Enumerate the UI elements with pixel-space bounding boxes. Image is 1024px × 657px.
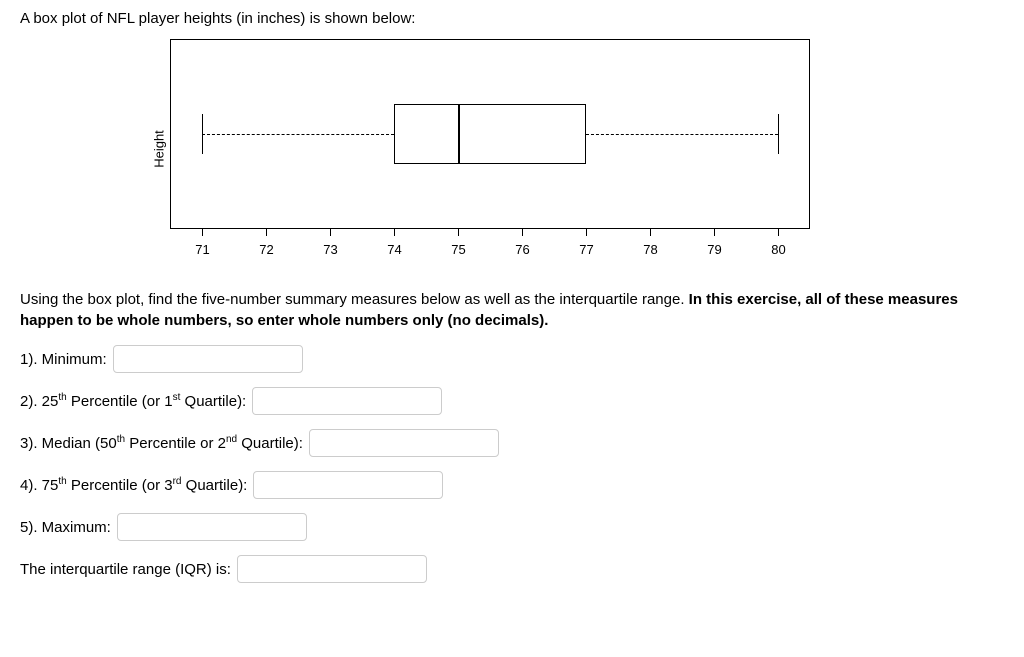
instructions-text: Using the box plot, find the five-number… — [20, 289, 1004, 331]
question-minimum: 1). Minimum: — [20, 345, 1004, 373]
question-maximum: 5). Maximum: — [20, 513, 1004, 541]
q2-label: 2). 25th Percentile (or 1st Quartile): — [20, 392, 246, 410]
question-iqr: The interquartile range (IQR) is: — [20, 555, 1004, 583]
iqr-input[interactable] — [237, 555, 427, 583]
question-median: 3). Median (50th Percentile or 2nd Quart… — [20, 429, 1004, 457]
iqr-label: The interquartile range (IQR) is: — [20, 561, 231, 578]
x-axis-ticks: 71727374757677787980 — [170, 229, 810, 259]
instructions-plain: Using the box plot, find the five-number… — [20, 291, 689, 308]
q1-label: 1). Minimum: — [20, 351, 107, 368]
q5-label: 5). Maximum: — [20, 519, 111, 536]
maximum-input[interactable] — [117, 513, 307, 541]
boxplot-shapes — [170, 39, 810, 229]
q1-input[interactable] — [252, 387, 442, 415]
median-input[interactable] — [309, 429, 499, 457]
q4-label: 4). 75th Percentile (or 3rd Quartile): — [20, 476, 247, 494]
y-axis-label: Height — [151, 130, 166, 168]
q3-label: 3). Median (50th Percentile or 2nd Quart… — [20, 434, 303, 452]
question-q3: 4). 75th Percentile (or 3rd Quartile): — [20, 471, 1004, 499]
question-q1: 2). 25th Percentile (or 1st Quartile): — [20, 387, 1004, 415]
intro-text: A box plot of NFL player heights (in inc… — [20, 10, 1004, 27]
minimum-input[interactable] — [113, 345, 303, 373]
q3-input[interactable] — [253, 471, 443, 499]
boxplot-chart: Height 71727374757677787980 — [170, 39, 1004, 259]
